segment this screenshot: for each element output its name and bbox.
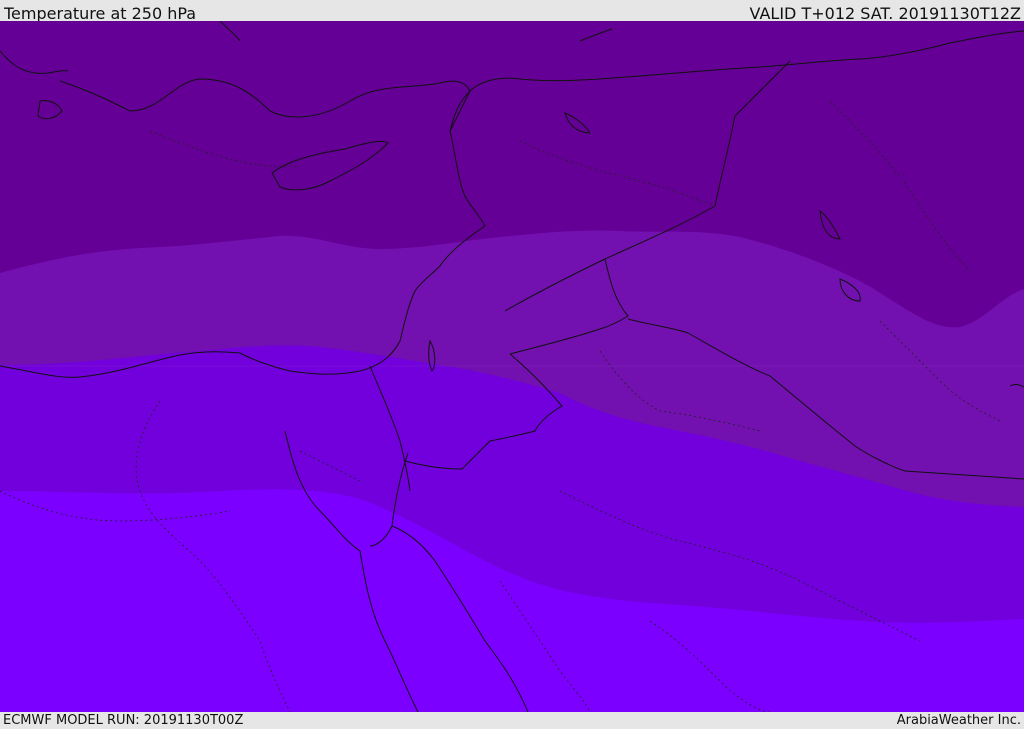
header-bar: Temperature at 250 hPa VALID T+012 SAT. … (0, 0, 1024, 23)
model-run: ECMWF MODEL RUN: 20191130T00Z (3, 713, 244, 728)
footer-bar: ECMWF MODEL RUN: 20191130T00Z ArabiaWeat… (0, 712, 1024, 729)
credit-label: ArabiaWeather Inc. (896, 713, 1021, 728)
weather-map[interactable] (0, 21, 1024, 712)
